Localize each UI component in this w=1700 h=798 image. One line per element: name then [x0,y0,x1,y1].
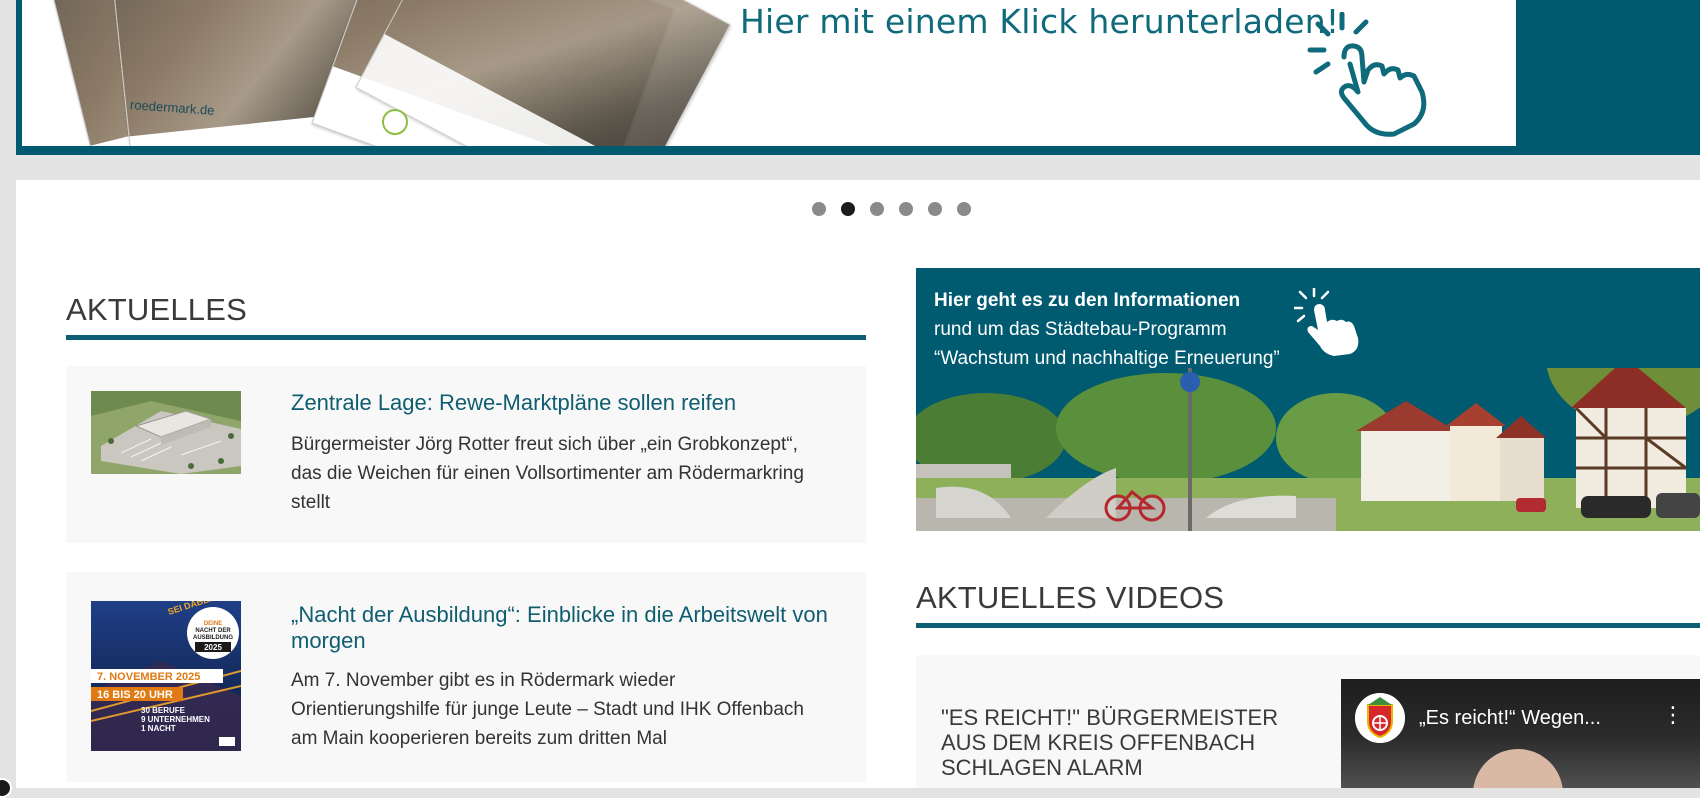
promo-line-1[interactable]: Hier geht es zu den Informationen [934,286,1280,315]
video-thumbnail-person [1473,749,1563,788]
staedtebau-promo-banner[interactable]: Hier geht es zu den Informationen rund u… [916,268,1700,531]
thumb-stat: 9 UNTERNEHMEN [141,715,210,724]
news-teaser-line: Am 7. November gibt es in Rödermark wied… [291,670,676,691]
aktuelles-title-rule [66,335,866,340]
slider-dot-3[interactable] [870,202,884,216]
news-teaser-line: Bürgermeister Jörg Rotter freut sich übe… [291,434,798,455]
news-teaser-line: am Main kooperieren bereits zum dritten … [291,728,667,749]
news-headline-link[interactable]: „Nacht der Ausbildung“: Einblicke in die… [291,602,851,654]
thumb-badge-line: NACHT DER [195,628,231,634]
slider-dot-4[interactable] [899,202,913,216]
more-vertical-icon[interactable]: ⋮ [1662,705,1684,727]
thumb-badge-year: 2025 [204,643,222,652]
video-player-embed[interactable]: „Es reicht!“ Wegen... ⋮ [1341,679,1700,788]
news-teaser-line: stellt [291,492,331,513]
thumb-date: 7. NOVEMBER 2025 [97,671,200,683]
video-embed-title[interactable]: „Es reicht!“ Wegen... [1419,707,1601,730]
slider-dot-1[interactable] [812,202,826,216]
video-title[interactable]: "ES REICHT!" BÜRGERMEISTER AUS DEM KREIS… [941,705,1321,780]
video-title-line[interactable]: AUS DEM KREIS OFFENBACH [941,730,1321,755]
videos-heading: AKTUELLES VIDEOS [916,580,1225,615]
news-thumb-aerial-image[interactable] [91,391,241,474]
news-teaser: Am 7. November gibt es in Rödermark wied… [291,666,836,753]
news-headline-link[interactable]: Zentrale Lage: Rewe-Marktpläne sollen re… [291,390,851,416]
thumb-time: 16 BIS 20 UHR [97,689,173,701]
video-item[interactable]: "ES REICHT!" BÜRGERMEISTER AUS DEM KREIS… [916,655,1700,788]
thumb-stat: 1 NACHT [141,724,176,733]
news-item[interactable]: Zentrale Lage: Rewe-Marktpläne sollen re… [66,366,866,543]
news-headline-line[interactable]: „Nacht der Ausbildung“: Einblicke in die… [291,602,851,628]
town-scene-image [916,368,1700,531]
promo-line-3[interactable]: “Wachstum und nachhaltige Erneuerung” [934,344,1280,373]
promo-text[interactable]: Hier geht es zu den Informationen rund u… [934,286,1280,373]
news-teaser-line: das die Weichen für einen Vollsortimente… [291,463,804,484]
video-title-line[interactable]: "ES REICHT!" BÜRGERMEISTER [941,705,1321,730]
slider-pagination [812,202,971,216]
brochure-logo-icon [382,109,408,135]
slider-banner[interactable]: roedermark.de Hier mit einem Klick herun… [16,0,1700,155]
slide-content[interactable]: roedermark.de Hier mit einem Klick herun… [22,0,1516,146]
news-thumb-nacht-der-ausbildung-image[interactable]: DEINE NACHT DER AUSBILDUNG 2025 SEI DABE… [91,601,241,751]
thumb-badge-line: DEINE [204,621,222,627]
news-item[interactable]: DEINE NACHT DER AUSBILDUNG 2025 SEI DABE… [66,572,866,782]
slider-dot-5[interactable] [928,202,942,216]
tap-hand-icon[interactable] [1304,12,1444,142]
brochure-image: roedermark.de [48,0,731,146]
news-headline-line[interactable]: morgen [291,628,851,654]
thumb-stat: 30 BERUFE [141,706,186,715]
slider-dot-6[interactable] [957,202,971,216]
tap-hand-icon [1294,288,1359,356]
news-teaser: Bürgermeister Jörg Rotter freut sich übe… [291,430,836,517]
news-teaser-line: Orientierungshilfe für junge Leute – Sta… [291,699,804,720]
banner-cta-text[interactable]: Hier mit einem Klick herunterladen! [740,2,1339,41]
promo-line-2[interactable]: rund um das Städtebau-Programm [934,315,1280,344]
aktuelles-heading: AKTUELLES [66,292,247,327]
video-title-line[interactable]: SCHLAGEN ALARM [941,755,1321,780]
cursor-indicator-icon [0,778,12,798]
thumb-badge-line: AUSBILDUNG [193,635,233,641]
videos-title-rule [916,623,1700,628]
slider-dot-2[interactable] [841,202,855,216]
channel-crest-icon[interactable] [1355,693,1405,743]
